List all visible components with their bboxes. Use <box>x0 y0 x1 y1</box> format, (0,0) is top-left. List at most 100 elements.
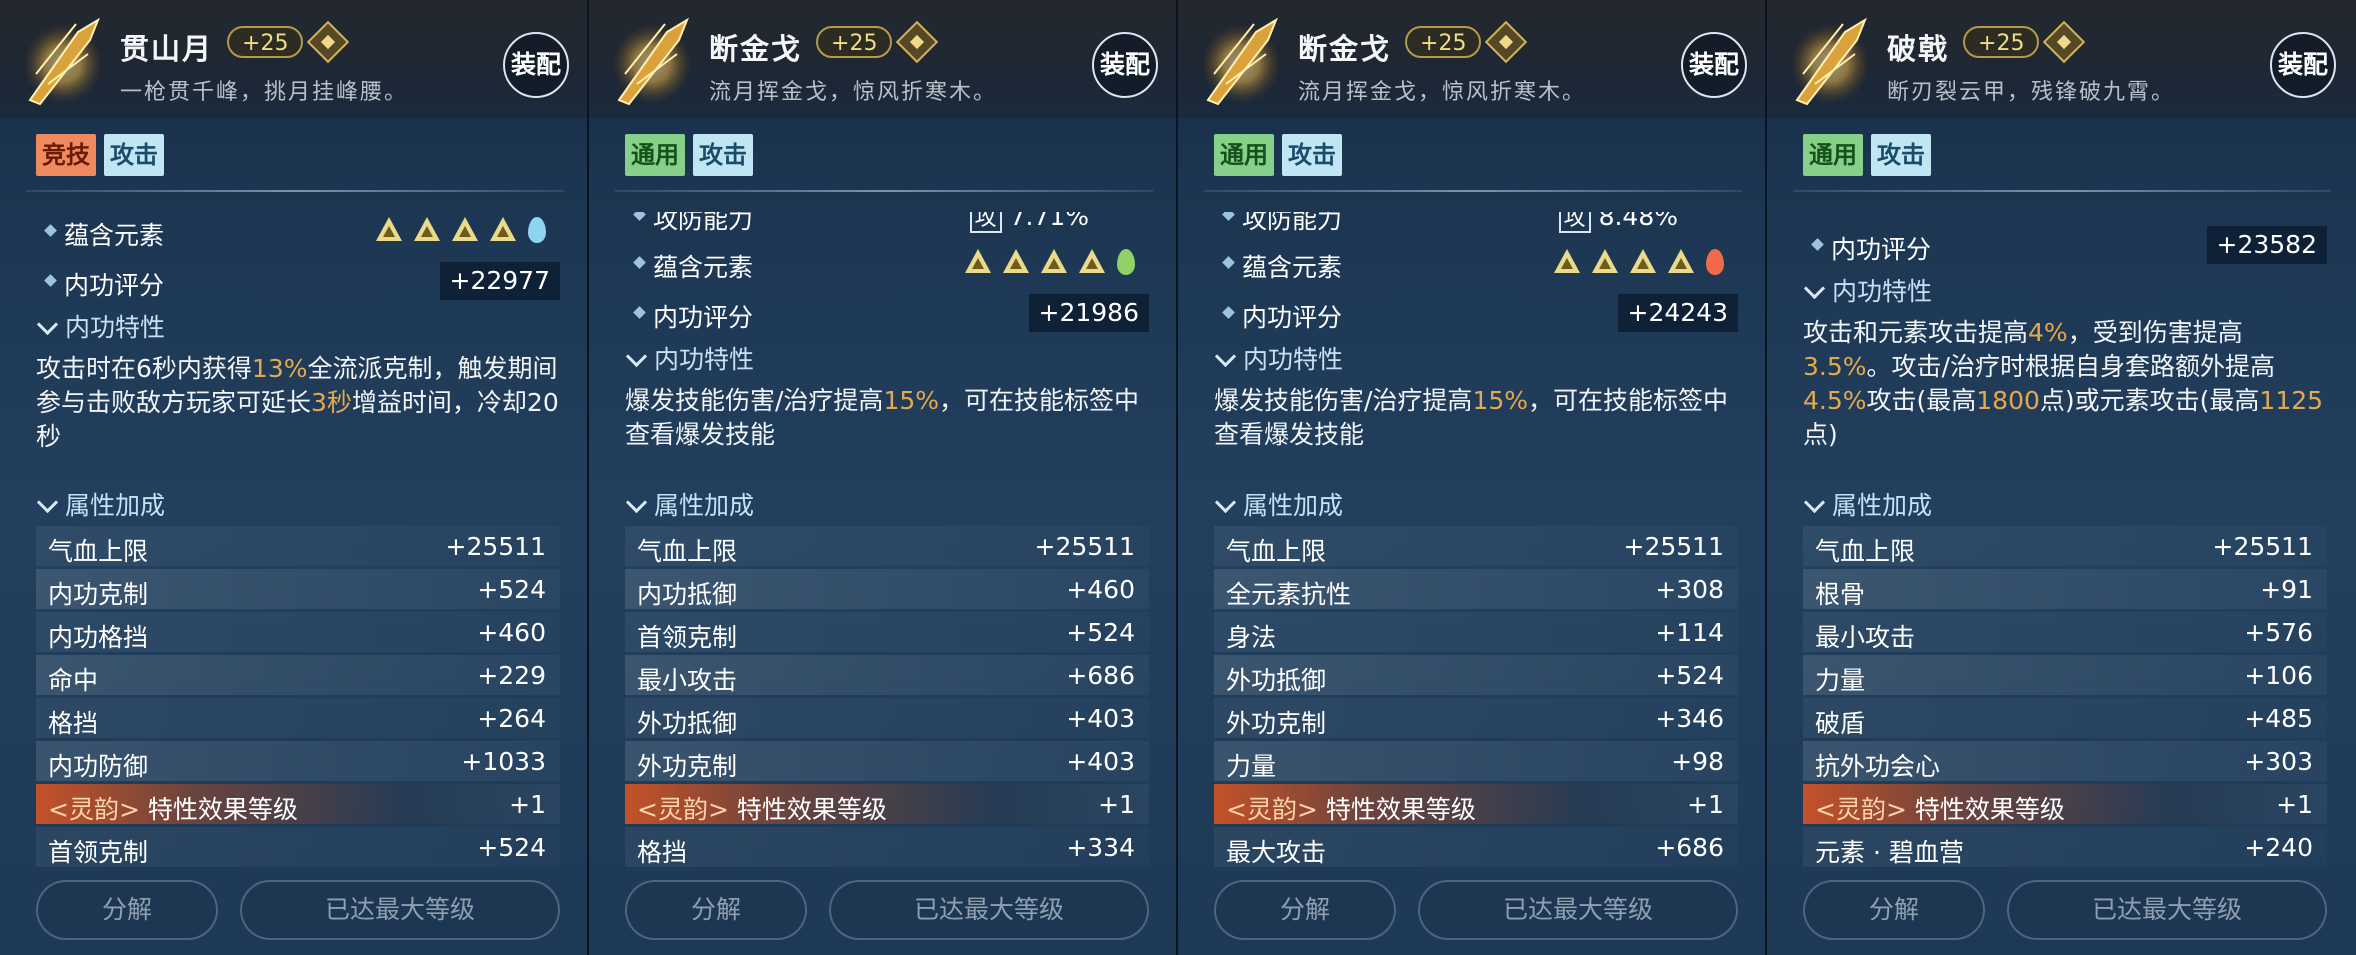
attribute-value: +524 <box>1655 661 1724 690</box>
attack-defense-number: 7.71% <box>1009 202 1089 231</box>
weapon-cards-row: 贯山月 +25 一枪贯千峰，挑月挂峰腰。 装配 竞技 攻击 蕴含元素 内功评分 +22977 内功… <box>0 0 2356 955</box>
element-triangle-icon <box>376 217 402 241</box>
max-level-button[interactable]: 已达最大等级 <box>1418 880 1738 940</box>
ling-tag: <灵韵> <box>1226 795 1318 824</box>
attribute-label: 格挡 <box>637 838 688 867</box>
ling-effect-row: <灵韵> 特性效果等级 +1 <box>1214 784 1738 824</box>
traits-header-label: 内功特性 <box>1832 277 1933 306</box>
score-label: 内功评分 <box>1242 303 1343 332</box>
traits-header: 内功特性 <box>1214 340 1343 376</box>
split-button[interactable]: 分解 <box>1214 880 1396 940</box>
bullet-icon <box>633 256 646 269</box>
attribute-row: 内功防御 +1033 <box>36 741 560 781</box>
split-button[interactable]: 分解 <box>625 880 807 940</box>
elements-label: 蕴含元素 <box>1242 253 1343 282</box>
card-header: 破戟 +25 断刃裂云甲，残锋破九霄。 装配 <box>1767 0 2356 118</box>
attribute-row: 气血上限 +25511 <box>36 526 560 566</box>
score-value: +21986 <box>1028 294 1149 332</box>
ling-effect-value: +1 <box>1687 790 1724 819</box>
element-triangle-icon <box>490 217 516 241</box>
tag-list: 通用 攻击 <box>1803 134 1931 176</box>
attack-defense-label: 攻防能力 <box>1242 205 1343 234</box>
fire-flame-icon <box>1706 249 1724 275</box>
elements-row: 蕴含元素 <box>36 212 560 250</box>
ling-effect-value: +1 <box>2276 790 2313 819</box>
trait-text: 爆发技能伤害/治疗提高 <box>625 386 884 415</box>
attack-badge: 攻 <box>969 212 1002 233</box>
attribute-label: 命中 <box>48 666 99 695</box>
ling-text: 特性效果等级 <box>1914 795 2065 824</box>
attributes-header: 属性加成 <box>1214 486 1343 522</box>
attributes-header-label: 属性加成 <box>1243 491 1344 520</box>
lock-icon <box>896 20 939 64</box>
trait-description: 爆发技能伤害/治疗提高15%，可在技能标签中查看爆发技能 <box>1214 384 1740 452</box>
attribute-row: 最小攻击 +686 <box>625 655 1149 695</box>
lock-icon <box>2043 20 2086 64</box>
weapon-name: 断金戈 <box>709 32 803 66</box>
attribute-row: 全元素抗性 +308 <box>1214 569 1738 609</box>
tag-atk: 攻击 <box>104 134 164 176</box>
score-label: 内功评分 <box>1831 235 1932 264</box>
attack-badge: 攻 <box>1558 212 1591 233</box>
score-row: 内功评分 +21986 <box>625 294 1149 332</box>
attribute-row: 根骨 +91 <box>1803 569 2327 609</box>
attribute-label: 破盾 <box>1815 709 1866 738</box>
max-level-button[interactable]: 已达最大等级 <box>2007 880 2327 940</box>
equip-button[interactable]: 装配 <box>2270 32 2336 98</box>
ling-effect-label: <灵韵> 特性效果等级 <box>637 790 887 826</box>
max-level-button[interactable]: 已达最大等级 <box>240 880 560 940</box>
level-badge: +25 <box>1405 26 1482 58</box>
attribute-row: 外功克制 +403 <box>625 741 1149 781</box>
elements-label: 蕴含元素 <box>64 221 165 250</box>
split-button[interactable]: 分解 <box>1803 880 1985 940</box>
trait-highlight: 15% <box>883 386 940 415</box>
elements-label: 蕴含元素 <box>653 253 754 282</box>
bullet-icon <box>1811 238 1824 251</box>
attribute-value: +346 <box>1655 704 1724 733</box>
level-badge: +25 <box>1963 26 2040 58</box>
attack-defense-row: 攻防能力 攻 7.71% <box>625 202 1149 234</box>
attribute-value: +25511 <box>1623 532 1724 561</box>
attribute-row: 格挡 +334 <box>625 827 1149 867</box>
attribute-label: 外功克制 <box>637 752 738 781</box>
element-triangle-icon <box>1041 249 1067 273</box>
tag-atk: 攻击 <box>693 134 753 176</box>
attribute-value: +91 <box>2260 575 2313 604</box>
traits-header-label: 内功特性 <box>65 313 166 342</box>
split-button[interactable]: 分解 <box>36 880 218 940</box>
attack-defense-value: 攻 8.48% <box>1558 212 1678 233</box>
trait-description: 攻击和元素攻击提高4%，受到伤害提高 3.5%。攻击/治疗时根据自身套路额外提高 4… <box>1803 316 2329 452</box>
attributes-header: 属性加成 <box>625 486 754 522</box>
attribute-row: 气血上限 +25511 <box>1803 526 2327 566</box>
attribute-label: 气血上限 <box>1226 537 1327 566</box>
attribute-value: +25511 <box>2212 532 2313 561</box>
tag-gen: 通用 <box>1803 134 1863 176</box>
weapon-motto: 一枪贯千峰，挑月挂峰腰。 <box>120 80 409 105</box>
ling-gap <box>1907 795 1915 824</box>
attribute-label: 最大攻击 <box>1226 838 1327 867</box>
action-buttons: 分解 已达最大等级 <box>36 880 560 940</box>
attack-defense-label: 攻防能力 <box>653 205 754 234</box>
equip-button[interactable]: 装配 <box>1681 32 1747 98</box>
trait-highlight: 1125 <box>2259 386 2324 415</box>
attribute-row: 外功克制 +346 <box>1214 698 1738 738</box>
attack-defense-row: 攻防能力 攻 8.48% <box>1214 205 1738 234</box>
lock-icon <box>307 20 350 64</box>
weapon-icon <box>612 17 692 106</box>
max-level-button[interactable]: 已达最大等级 <box>829 880 1149 940</box>
bullet-icon <box>44 274 57 287</box>
ling-tag: <灵韵> <box>48 795 140 824</box>
equip-button[interactable]: 装配 <box>1092 32 1158 98</box>
ling-gap <box>729 795 737 824</box>
tag-gen: 通用 <box>1214 134 1274 176</box>
chevron-down-icon <box>36 313 59 336</box>
weapon-card: 破戟 +25 断刃裂云甲，残锋破九霄。 装配 通用 攻击 内功评分 +23582 内功特性 攻击和… <box>1767 0 2356 955</box>
equip-button[interactable]: 装配 <box>503 32 569 98</box>
traits-header: 内功特性 <box>36 308 165 344</box>
trait-text: 攻击和元素攻击提高 <box>1803 318 2029 347</box>
attribute-label: 内功克制 <box>48 580 149 609</box>
attribute-label: 抗外功会心 <box>1815 752 1941 781</box>
attribute-label: 内功防御 <box>48 752 149 781</box>
bullet-icon <box>44 224 57 237</box>
attribute-label: 外功抵御 <box>1226 666 1327 695</box>
